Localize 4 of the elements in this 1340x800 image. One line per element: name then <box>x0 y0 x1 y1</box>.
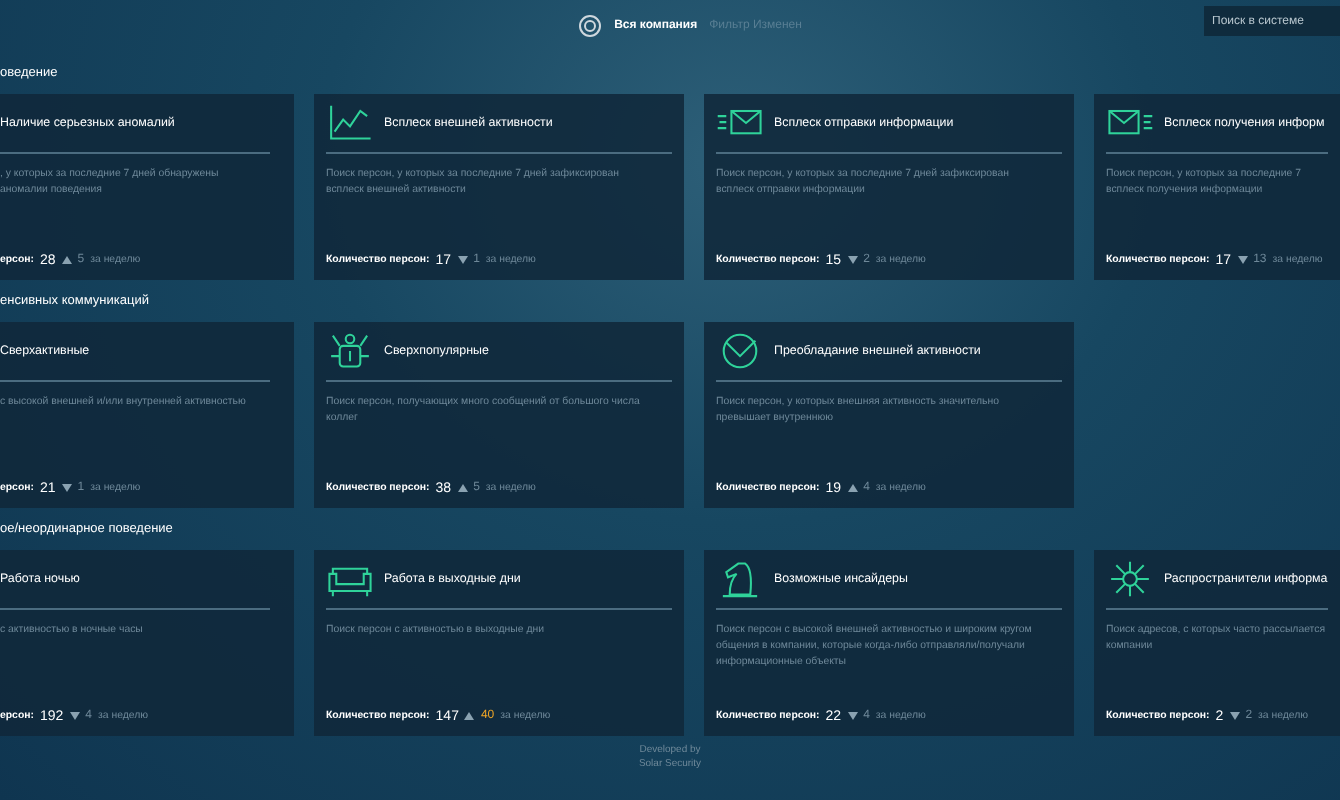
line-chart-icon <box>326 104 374 142</box>
network-icon <box>1106 560 1154 598</box>
robot-icon <box>326 332 374 370</box>
logo-icon <box>578 14 603 38</box>
